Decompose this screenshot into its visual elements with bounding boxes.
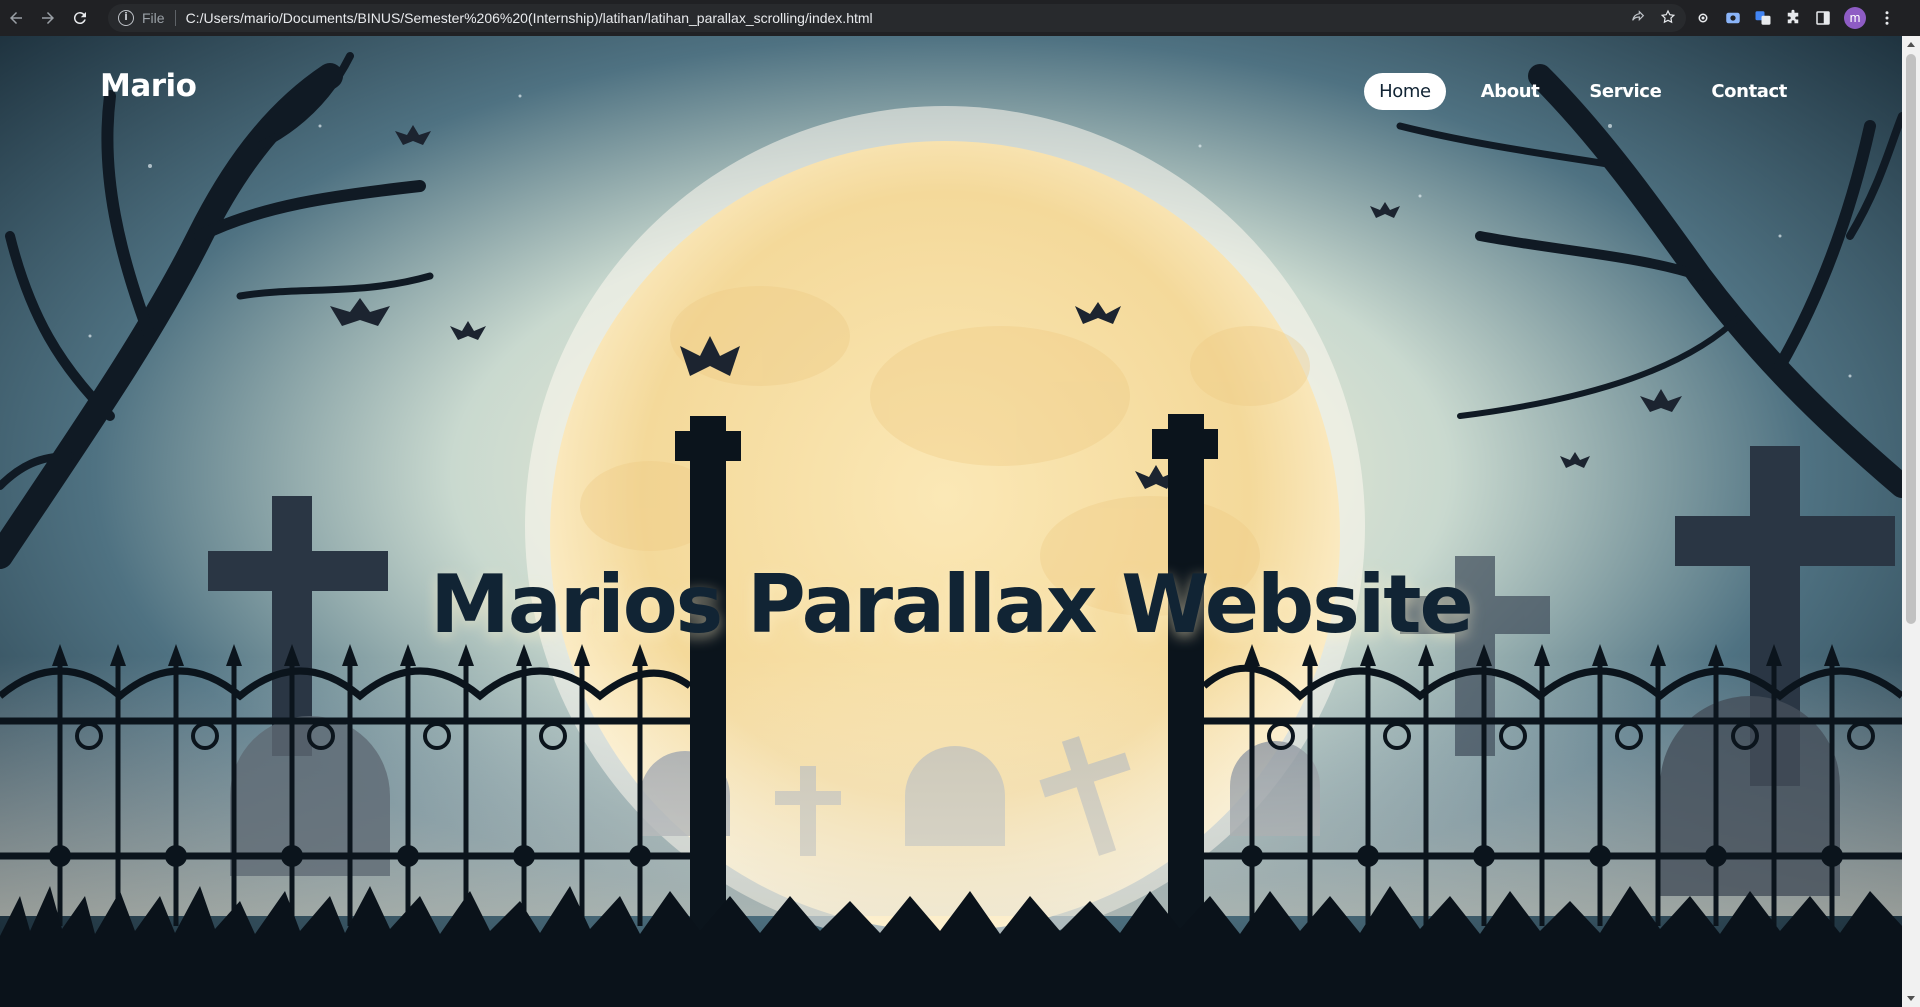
halloween-graveyard-background xyxy=(0,36,1902,1007)
hero-title: Marios Parallax Website xyxy=(430,557,1474,651)
page-scrollbar[interactable] xyxy=(1902,36,1920,1007)
page-viewport: Mario Home About Service Contact Marios … xyxy=(0,36,1902,1007)
address-bar[interactable]: i File C:/Users/mario/Documents/BINUS/Se… xyxy=(108,4,1686,32)
back-arrow-icon xyxy=(10,12,22,24)
browser-toolbar: i File C:/Users/mario/Documents/BINUS/Se… xyxy=(0,0,1920,36)
nav-link-home[interactable]: Home xyxy=(1364,73,1446,110)
nav-link-about[interactable]: About xyxy=(1466,73,1555,110)
scroll-down-icon[interactable] xyxy=(1907,996,1915,1001)
share-icon[interactable] xyxy=(1630,9,1646,25)
site-logo[interactable]: Mario xyxy=(100,68,197,104)
bookmark-star-icon[interactable] xyxy=(1660,9,1676,25)
forward-arrow-icon xyxy=(42,12,54,24)
site-info-icon[interactable]: i xyxy=(118,10,134,26)
omnibox-divider xyxy=(174,10,176,26)
profile-avatar[interactable]: m xyxy=(1844,7,1866,29)
scrollbar-thumb[interactable] xyxy=(1906,54,1916,624)
translate-icon[interactable] xyxy=(1754,9,1772,27)
extension-gear-icon[interactable] xyxy=(1694,9,1712,27)
side-panel-icon[interactable] xyxy=(1814,9,1832,27)
site-header: Mario Home About Service Contact xyxy=(0,36,1902,146)
screen-capture-icon[interactable] xyxy=(1724,9,1742,27)
scheme-label: File xyxy=(142,10,165,26)
nav-link-service[interactable]: Service xyxy=(1574,73,1676,110)
site-nav: Home About Service Contact xyxy=(1364,73,1802,110)
nav-link-contact[interactable]: Contact xyxy=(1696,73,1802,110)
reload-button[interactable] xyxy=(64,0,96,36)
scroll-up-icon[interactable] xyxy=(1907,42,1915,47)
reload-icon xyxy=(73,12,86,25)
extensions-puzzle-icon[interactable] xyxy=(1784,9,1802,27)
forward-button[interactable] xyxy=(32,0,64,36)
back-button[interactable] xyxy=(0,0,32,36)
url-text[interactable]: C:/Users/mario/Documents/BINUS/Semester%… xyxy=(186,10,873,26)
more-menu-icon[interactable] xyxy=(1878,9,1896,27)
